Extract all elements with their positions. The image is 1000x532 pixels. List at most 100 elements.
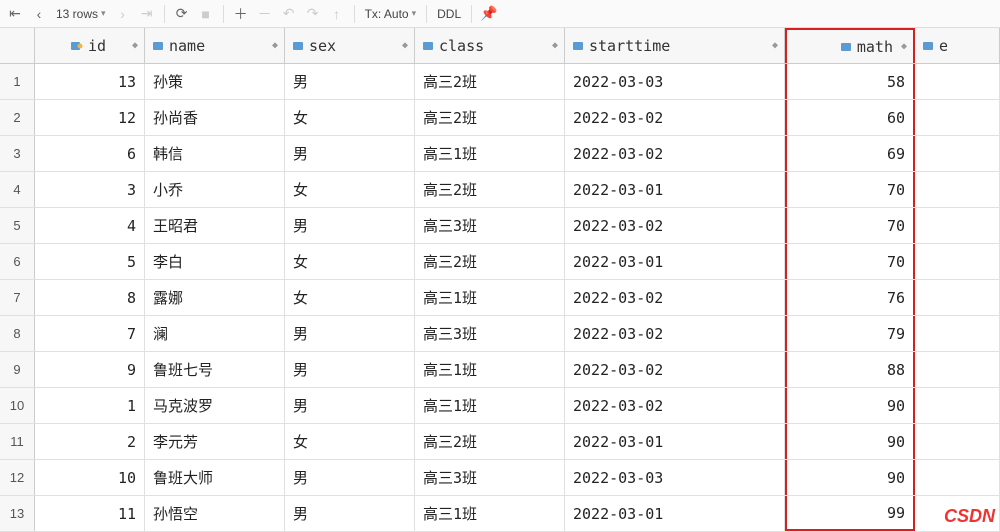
cell-sex[interactable]: 男 [285, 64, 415, 99]
cell-sex[interactable]: 女 [285, 280, 415, 315]
cell-id[interactable]: 4 [35, 208, 145, 243]
cell-math[interactable]: 70 [785, 172, 915, 207]
cell-extra[interactable] [915, 352, 1000, 387]
table-row[interactable]: 36韩信男高三1班2022-03-0269 [0, 136, 1000, 172]
table-row[interactable]: 78露娜女高三1班2022-03-0276 [0, 280, 1000, 316]
sort-icon[interactable]: ◆ [402, 40, 408, 51]
table-row[interactable]: 1210鲁班大师男高三3班2022-03-0390 [0, 460, 1000, 496]
cell-math[interactable]: 90 [785, 424, 915, 459]
cell-starttime[interactable]: 2022-03-03 [565, 64, 785, 99]
cell-name[interactable]: 孙尚香 [145, 100, 285, 135]
cell-sex[interactable]: 男 [285, 496, 415, 531]
sort-icon[interactable]: ◆ [132, 40, 138, 51]
ddl-button[interactable]: DDL [433, 7, 465, 21]
cell-class[interactable]: 高三3班 [415, 208, 565, 243]
cell-sex[interactable]: 女 [285, 100, 415, 135]
cell-math[interactable]: 70 [785, 244, 915, 279]
cell-id[interactable]: 3 [35, 172, 145, 207]
cell-math[interactable]: 90 [785, 388, 915, 423]
cell-sex[interactable]: 男 [285, 388, 415, 423]
cell-id[interactable]: 1 [35, 388, 145, 423]
cell-name[interactable]: 孙悟空 [145, 496, 285, 531]
cell-starttime[interactable]: 2022-03-02 [565, 316, 785, 351]
cell-extra[interactable] [915, 388, 1000, 423]
last-page-icon[interactable]: ⇥ [136, 3, 158, 25]
cell-class[interactable]: 高三1班 [415, 352, 565, 387]
table-row[interactable]: 87澜男高三3班2022-03-0279 [0, 316, 1000, 352]
cell-sex[interactable]: 男 [285, 460, 415, 495]
cell-class[interactable]: 高三1班 [415, 388, 565, 423]
cell-name[interactable]: 鲁班大师 [145, 460, 285, 495]
sort-icon[interactable]: ◆ [552, 40, 558, 51]
stop-icon[interactable]: ■ [195, 3, 217, 25]
cell-math[interactable]: 69 [785, 136, 915, 171]
cell-name[interactable]: 澜 [145, 316, 285, 351]
cell-math[interactable]: 79 [785, 316, 915, 351]
cell-math[interactable]: 88 [785, 352, 915, 387]
cell-class[interactable]: 高三1班 [415, 496, 565, 531]
cell-class[interactable]: 高三3班 [415, 460, 565, 495]
cell-starttime[interactable]: 2022-03-01 [565, 244, 785, 279]
cell-id[interactable]: 13 [35, 64, 145, 99]
cell-extra[interactable] [915, 280, 1000, 315]
table-row[interactable]: 212孙尚香女高三2班2022-03-0260 [0, 100, 1000, 136]
cell-starttime[interactable]: 2022-03-03 [565, 460, 785, 495]
cell-class[interactable]: 高三2班 [415, 64, 565, 99]
rows-count-dropdown[interactable]: 13 rows▾ [52, 7, 110, 21]
table-row[interactable]: 1311孙悟空男高三1班2022-03-0199 [0, 496, 1000, 532]
next-page-icon[interactable]: › [112, 3, 134, 25]
redo-icon[interactable]: ↷ [302, 3, 324, 25]
cell-class[interactable]: 高三1班 [415, 280, 565, 315]
pin-icon[interactable]: 📌 [478, 3, 500, 25]
cell-starttime[interactable]: 2022-03-02 [565, 352, 785, 387]
undo-icon[interactable]: ↶ [278, 3, 300, 25]
cell-id[interactable]: 5 [35, 244, 145, 279]
column-header-name[interactable]: name ◆ [145, 28, 285, 63]
table-row[interactable]: 43小乔女高三2班2022-03-0170 [0, 172, 1000, 208]
cell-extra[interactable] [915, 316, 1000, 351]
column-header-starttime[interactable]: starttime ◆ [565, 28, 785, 63]
cell-class[interactable]: 高三2班 [415, 424, 565, 459]
cell-name[interactable]: 王昭君 [145, 208, 285, 243]
cell-id[interactable]: 10 [35, 460, 145, 495]
prev-page-icon[interactable]: ‹ [28, 3, 50, 25]
column-header-sex[interactable]: sex ◆ [285, 28, 415, 63]
cell-name[interactable]: 李白 [145, 244, 285, 279]
cell-class[interactable]: 高三2班 [415, 100, 565, 135]
cell-extra[interactable] [915, 424, 1000, 459]
cell-sex[interactable]: 男 [285, 352, 415, 387]
column-header-class[interactable]: class ◆ [415, 28, 565, 63]
cell-id[interactable]: 9 [35, 352, 145, 387]
cell-sex[interactable]: 女 [285, 244, 415, 279]
cell-id[interactable]: 6 [35, 136, 145, 171]
cell-name[interactable]: 露娜 [145, 280, 285, 315]
cell-id[interactable]: 8 [35, 280, 145, 315]
cell-id[interactable]: 11 [35, 496, 145, 531]
cell-id[interactable]: 2 [35, 424, 145, 459]
cell-extra[interactable] [915, 244, 1000, 279]
cell-math[interactable]: 70 [785, 208, 915, 243]
cell-starttime[interactable]: 2022-03-02 [565, 388, 785, 423]
tx-mode-dropdown[interactable]: Tx: Auto▾ [361, 7, 421, 21]
column-header-extra[interactable]: e [915, 28, 1000, 63]
cell-class[interactable]: 高三2班 [415, 244, 565, 279]
cell-sex[interactable]: 女 [285, 172, 415, 207]
cell-math[interactable]: 99 [785, 496, 915, 531]
cell-class[interactable]: 高三1班 [415, 136, 565, 171]
cell-name[interactable]: 孙策 [145, 64, 285, 99]
cell-sex[interactable]: 男 [285, 316, 415, 351]
cell-name[interactable]: 李元芳 [145, 424, 285, 459]
cell-math[interactable]: 76 [785, 280, 915, 315]
cell-math[interactable]: 90 [785, 460, 915, 495]
cell-extra[interactable] [915, 460, 1000, 495]
cell-extra[interactable] [915, 208, 1000, 243]
table-row[interactable]: 99鲁班七号男高三1班2022-03-0288 [0, 352, 1000, 388]
table-row[interactable]: 101马克波罗男高三1班2022-03-0290 [0, 388, 1000, 424]
cell-class[interactable]: 高三2班 [415, 172, 565, 207]
cell-starttime[interactable]: 2022-03-02 [565, 100, 785, 135]
cell-starttime[interactable]: 2022-03-01 [565, 424, 785, 459]
cell-starttime[interactable]: 2022-03-02 [565, 208, 785, 243]
commit-icon[interactable]: ↑ [326, 3, 348, 25]
refresh-icon[interactable]: ⟳ [171, 3, 193, 25]
cell-starttime[interactable]: 2022-03-02 [565, 136, 785, 171]
